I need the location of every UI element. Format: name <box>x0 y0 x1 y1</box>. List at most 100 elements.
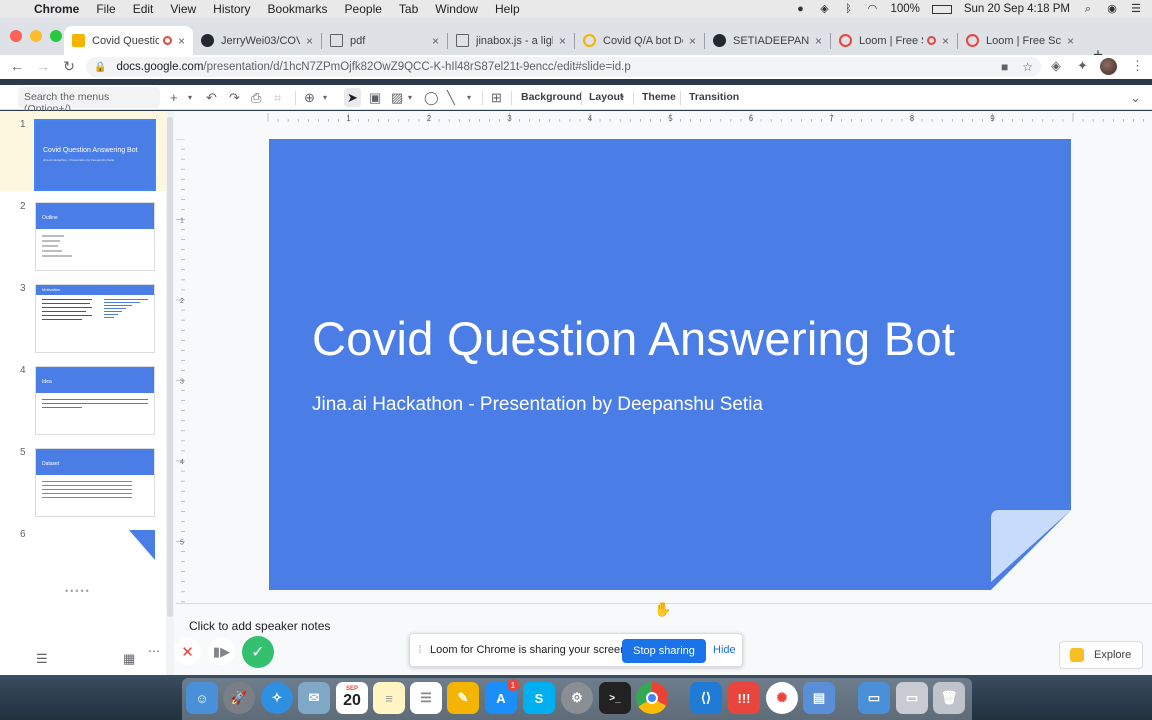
grid-view-icon[interactable]: ▦ <box>123 651 135 667</box>
chrome-icon[interactable] <box>636 682 668 714</box>
tab-covid-demo[interactable]: Covid Q/A bot Demo × <box>575 26 704 55</box>
filmstrip-item[interactable]: 1 Covid Question Answering Bot Jina.ai H… <box>0 111 170 191</box>
tab-covid-slides[interactable]: Covid Question Answering Bot × <box>64 26 193 55</box>
transition-button[interactable]: Transition <box>689 91 739 103</box>
loom-pause-button[interactable]: ▮▶ <box>208 638 235 665</box>
select-pointer-icon[interactable]: ➤ <box>344 88 361 107</box>
close-tab-icon[interactable]: × <box>815 34 822 48</box>
undo-icon[interactable]: ↶ <box>206 90 217 106</box>
loom-app-icon[interactable]: ✺ <box>766 682 798 714</box>
tab-jinabox[interactable]: jinabox.js - a light × <box>448 26 574 55</box>
menu-edit[interactable]: Edit <box>133 2 154 16</box>
filmstrip-item[interactable]: 4 Idea <box>0 357 170 437</box>
lock-icon[interactable]: 🔒 <box>94 62 106 73</box>
mail-bird-icon[interactable]: ✉ <box>298 682 330 714</box>
menu-view[interactable]: View <box>170 2 196 16</box>
loom-finish-button[interactable]: ✓ <box>242 636 274 668</box>
tab-pdf[interactable]: pdf × <box>322 26 447 55</box>
vpn-extension-icon[interactable]: ◈ <box>1051 58 1061 74</box>
close-tab-icon[interactable]: × <box>559 34 566 48</box>
filmstrip-item[interactable]: 5 Dataset <box>0 439 170 519</box>
shape-icon[interactable]: ◯ <box>424 90 439 106</box>
line-icon[interactable]: ╲ <box>447 90 455 106</box>
vscode-icon[interactable]: ⟨⟩ <box>690 682 722 714</box>
back-button[interactable]: ← <box>6 58 28 74</box>
chevron-down-icon[interactable]: ▾ <box>467 93 471 102</box>
reload-button[interactable]: ↻ <box>58 58 80 75</box>
print-icon[interactable]: ⎙ <box>251 90 261 106</box>
finder-icon[interactable]: ☺ <box>186 682 218 714</box>
reminders-icon[interactable]: ☰ <box>410 682 442 714</box>
terminal-icon[interactable]: >_ <box>599 682 631 714</box>
background-button[interactable]: Background <box>521 91 582 103</box>
menu-people[interactable]: People <box>345 2 382 16</box>
tab-github-covid-qa[interactable]: JerryWei03/COVID-QA × <box>193 26 321 55</box>
chevron-up-icon[interactable]: ⌄ <box>1130 90 1141 106</box>
slide-thumbnail[interactable]: Covid Question Answering Bot Jina.ai Hac… <box>34 119 156 191</box>
slide-thumbnail-loading[interactable]: ••••• <box>35 530 155 640</box>
filmstrip-view-icon[interactable]: ☰ <box>36 651 48 667</box>
downloads-folder-icon[interactable]: ▭ <box>858 682 890 714</box>
slide-subtitle[interactable]: Jina.ai Hackathon - Presentation by Deep… <box>312 394 763 416</box>
menubar-clock[interactable]: Sun 20 Sep 4:18 PM <box>964 3 1070 15</box>
search-menus-input[interactable]: Search the menus (Option+/) <box>18 87 160 115</box>
close-tab-icon[interactable]: × <box>306 34 313 48</box>
hide-button[interactable]: Hide <box>713 644 736 656</box>
close-tab-icon[interactable]: × <box>689 34 696 48</box>
extensions-icon[interactable]: ✦ <box>1077 58 1088 74</box>
stop-sharing-button[interactable]: Stop sharing <box>622 639 706 663</box>
menu-help[interactable]: Help <box>495 2 520 16</box>
camera-icon[interactable]: ■ <box>1001 60 1008 74</box>
bookmark-star-icon[interactable]: ☆ <box>1022 60 1033 74</box>
slide-thumbnail[interactable]: Dataset <box>35 448 155 517</box>
zoom-icon[interactable]: ⊕ <box>304 90 315 106</box>
redo-icon[interactable]: ↷ <box>229 90 240 106</box>
notification-center-icon[interactable]: ☰ <box>1130 3 1142 15</box>
notes-app-icon[interactable]: ≡ <box>373 682 405 714</box>
drag-handle-icon[interactable]: ⁞ <box>410 644 430 656</box>
spotlight-search-icon[interactable]: ⌕ <box>1082 3 1094 15</box>
close-tab-icon[interactable]: × <box>178 34 185 48</box>
filmstrip-item[interactable]: 3 Motivation <box>0 275 170 355</box>
menu-bookmarks[interactable]: Bookmarks <box>268 2 328 16</box>
profile-avatar[interactable] <box>1100 58 1117 75</box>
battery-icon[interactable] <box>931 4 952 14</box>
slide-thumbnail[interactable]: Idea <box>35 366 155 435</box>
loom-more-button[interactable]: ⋯ <box>143 640 165 662</box>
slide-thumbnail[interactable]: Outline <box>35 202 155 271</box>
wifi-icon[interactable]: ◠ <box>866 3 878 15</box>
menu-app-name[interactable]: Chrome <box>34 2 79 16</box>
launchpad-icon[interactable]: 🚀 <box>223 682 255 714</box>
slide-thumbnail[interactable]: Motivation <box>35 284 155 353</box>
address-bar[interactable]: 🔒 docs.google.com/presentation/d/1hcN7ZP… <box>86 57 1041 77</box>
chevron-down-icon[interactable]: ▾ <box>408 93 412 102</box>
chevron-down-icon[interactable]: ▾ <box>188 93 192 102</box>
menu-tab[interactable]: Tab <box>399 2 418 16</box>
theme-button[interactable]: Theme <box>642 91 676 103</box>
explore-button[interactable]: Explore <box>1059 641 1143 669</box>
preview-icon[interactable]: ✎ <box>447 682 479 714</box>
battery-percent[interactable]: 100% <box>890 3 919 15</box>
filmstrip-item[interactable]: 2 Outline <box>0 193 170 273</box>
chevron-down-icon[interactable]: ▾ <box>620 93 624 102</box>
filmstrip-scrollbar[interactable] <box>166 111 174 675</box>
safari-icon[interactable]: ✧ <box>261 682 293 714</box>
text-box-icon[interactable]: ▣ <box>369 90 381 106</box>
close-tab-icon[interactable]: × <box>942 34 949 48</box>
vpn-icon[interactable]: ◈ <box>818 3 830 15</box>
menu-history[interactable]: History <box>213 2 250 16</box>
minimize-window-button[interactable] <box>30 30 42 42</box>
menu-file[interactable]: File <box>96 2 115 16</box>
insert-image-icon[interactable]: ▨ <box>391 90 403 106</box>
new-slide-icon[interactable]: + <box>170 90 178 105</box>
forward-button[interactable]: → <box>32 58 54 74</box>
chrome-menu-icon[interactable]: ⋮ <box>1131 58 1144 74</box>
slide-canvas[interactable]: Covid Question Answering Bot Jina.ai Hac… <box>269 139 1071 590</box>
jina-app-icon[interactable]: !!! <box>728 682 760 714</box>
calendar-icon[interactable]: SEP 20 <box>336 682 368 714</box>
system-preferences-icon[interactable]: ⚙ <box>561 682 593 714</box>
tab-github-setia[interactable]: SETIADEEPANSHU × <box>705 26 830 55</box>
zoom-window-button[interactable] <box>50 30 62 42</box>
bluetooth-icon[interactable]: ᛒ <box>842 3 854 15</box>
keynote-icon[interactable]: ▤ <box>803 682 835 714</box>
